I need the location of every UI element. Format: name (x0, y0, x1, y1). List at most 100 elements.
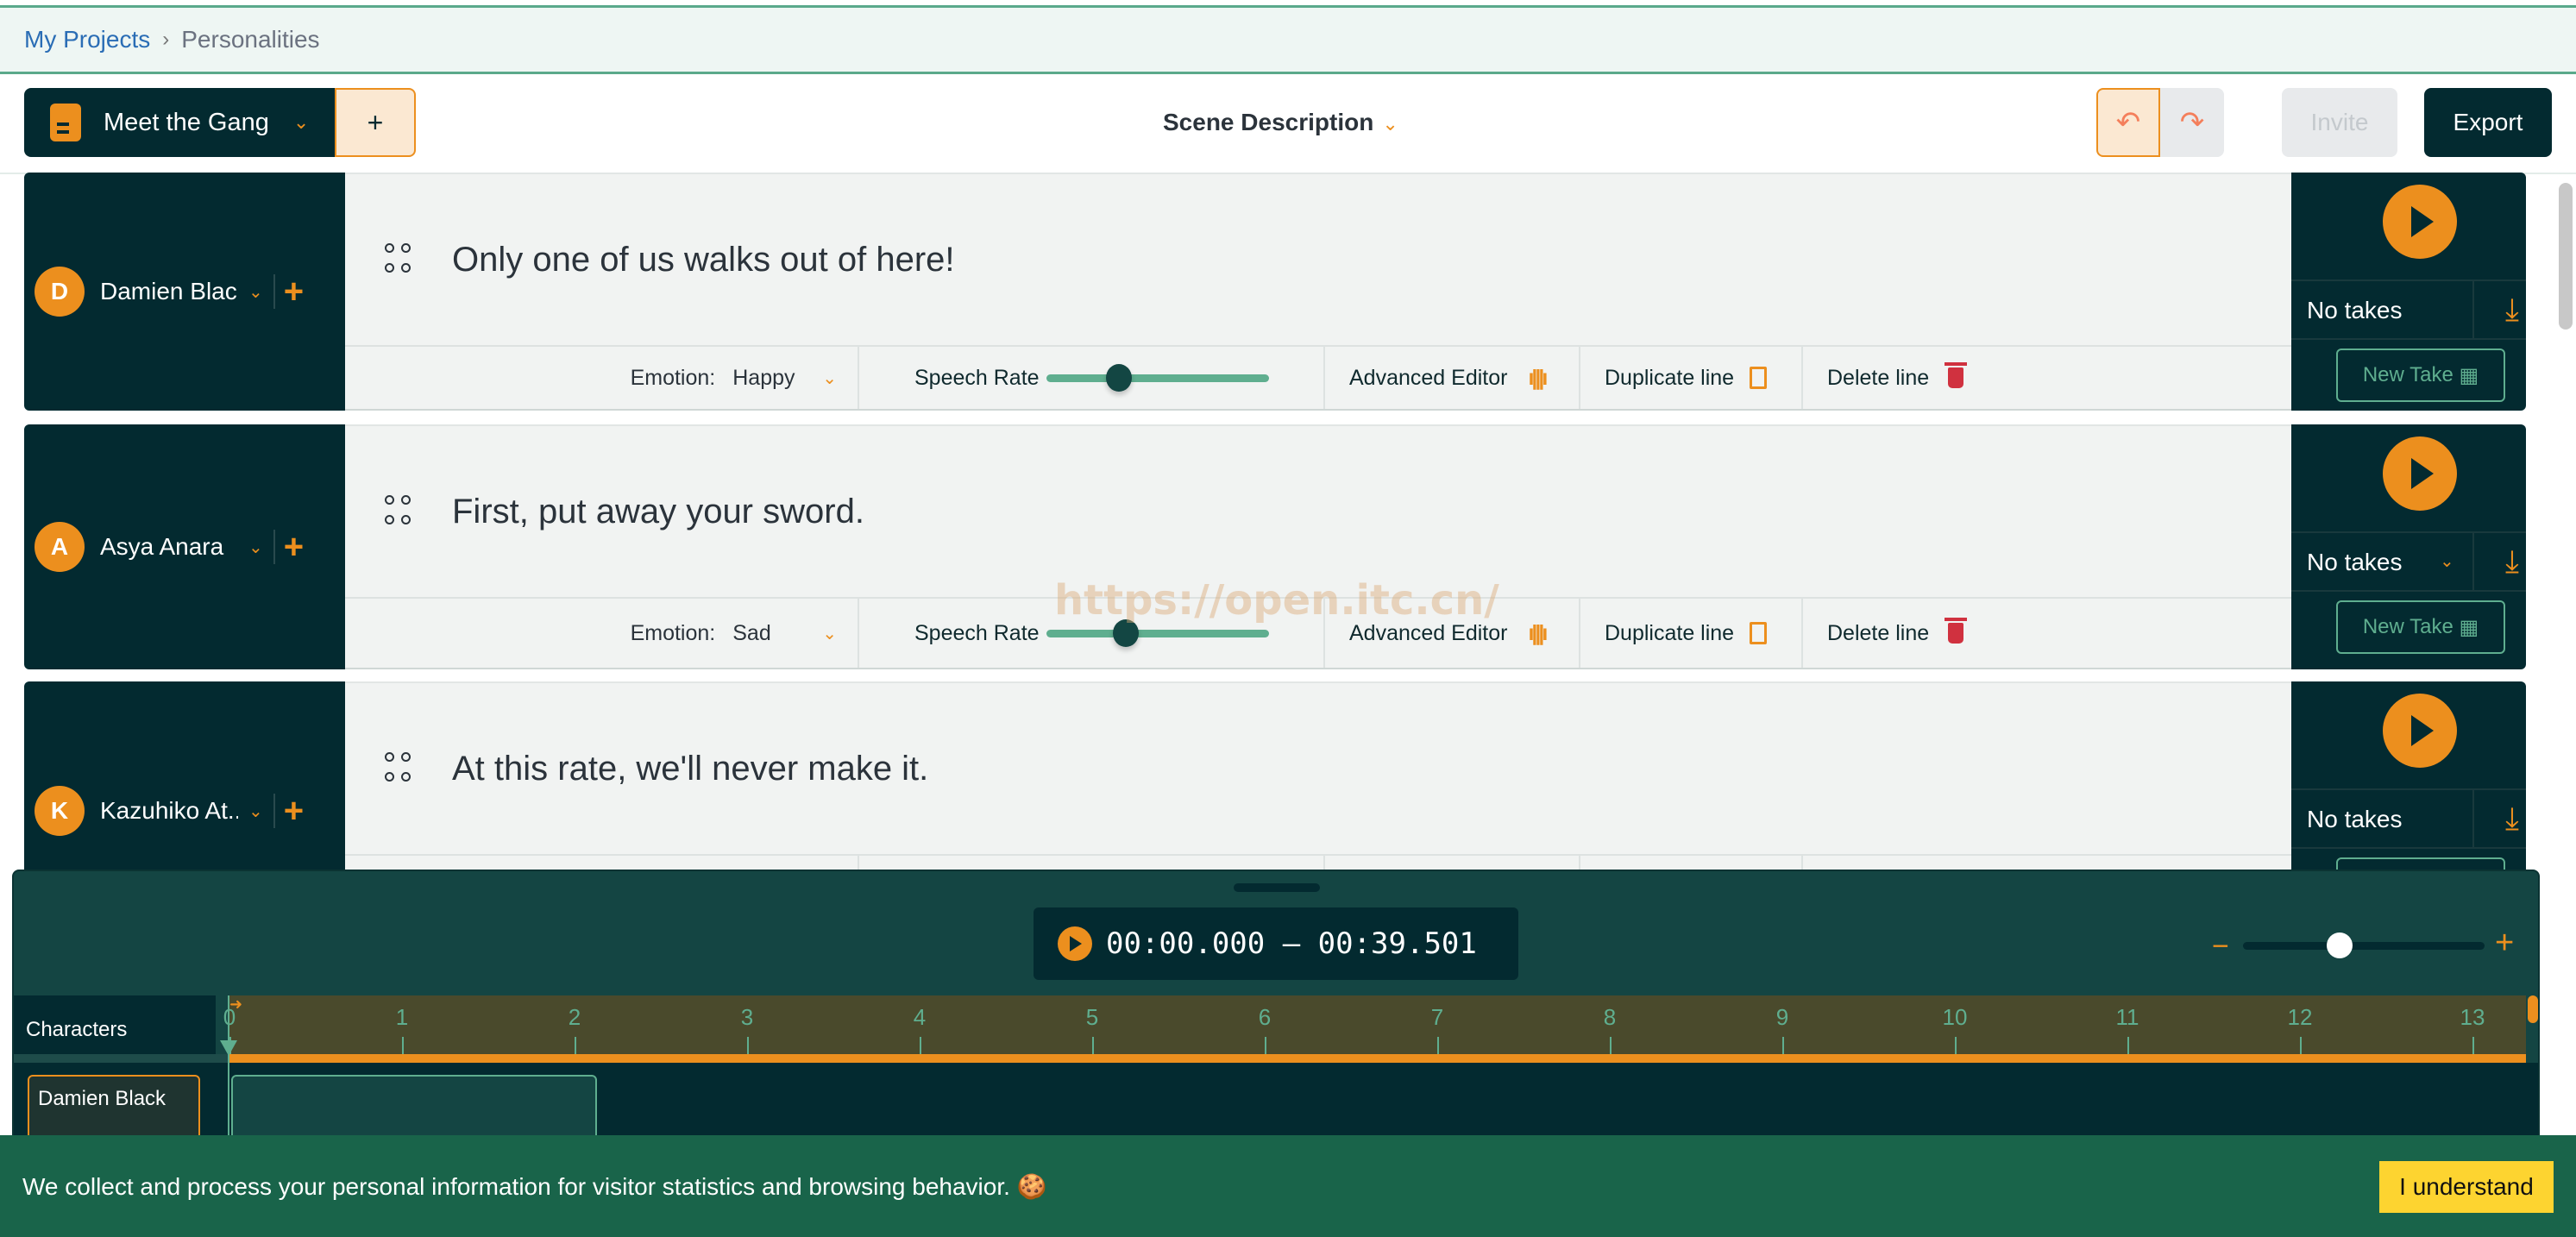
tick-mark (1782, 1037, 1784, 1054)
cookie-banner: We collect and process your personal inf… (0, 1135, 2576, 1237)
export-button[interactable]: Export (2424, 88, 2552, 157)
delete-line-button[interactable]: Delete line (1803, 599, 2291, 668)
emotion-label: Emotion: (630, 620, 716, 645)
tick-mark (1955, 1037, 1957, 1054)
duplicate-line-button[interactable]: Duplicate line (1580, 347, 1803, 409)
play-button[interactable] (2383, 185, 2457, 259)
clapperboard-icon: ▦ (2459, 363, 2479, 387)
waveform-icon: ı|||ı (1528, 365, 1548, 390)
speech-rate-slider[interactable] (1046, 618, 1269, 647)
line-editor: First, put away your sword. Emotion: Sad… (345, 424, 2291, 669)
line-editor: Only one of us walks out of here! Emotio… (345, 173, 2291, 411)
add-character-icon[interactable]: + (273, 274, 304, 309)
drag-handle-icon[interactable] (385, 243, 414, 276)
playhead[interactable] (228, 995, 229, 1156)
line-controls: Emotion: Happy ⌄ Speech Rate Advanced Ed… (345, 345, 2291, 409)
scene-description-label: Scene Description (1163, 109, 1374, 135)
new-take-button[interactable]: New Take ▦ (2336, 600, 2505, 654)
new-take-label: New Take (2362, 363, 2453, 386)
speech-rate-handle[interactable] (1106, 363, 1133, 392)
project-selector[interactable]: Meet the Gang ⌄ (24, 88, 335, 157)
breadcrumb: My Projects › Personalities (0, 5, 2576, 74)
breadcrumb-separator-icon: › (162, 28, 170, 51)
download-icon[interactable]: ⤓ (2472, 790, 2526, 847)
tick-mark (2472, 1037, 2474, 1054)
resize-handle[interactable] (1234, 883, 1320, 892)
trash-icon (1945, 618, 1968, 644)
new-take-label: New Take (2362, 615, 2453, 638)
timeline-panel: 00:00.000 – 00:39.501 − + Characters 012… (12, 870, 2540, 1156)
takes-selector[interactable]: No takes ⌄ ⤓ (2291, 531, 2526, 592)
emotion-dropdown[interactable]: Emotion: Sad ⌄ (345, 599, 859, 668)
scene-description-dropdown[interactable]: Scene Description ⌄ (1163, 109, 1398, 136)
tick-label: 8 (1603, 1004, 1617, 1030)
tick-label: 4 (913, 1004, 927, 1030)
download-icon[interactable]: ⤓ (2472, 533, 2526, 590)
duplicate-line-label: Duplicate line (1605, 365, 1735, 390)
playhead-marker-icon[interactable] (220, 1040, 237, 1056)
line-text-area[interactable]: Only one of us walks out of here! (345, 174, 2291, 345)
zoom-slider-handle[interactable] (2327, 932, 2353, 958)
add-character-icon[interactable]: + (273, 794, 304, 828)
line-text-area[interactable]: First, put away your sword. (345, 426, 2291, 597)
chevron-down-icon: ⌄ (2440, 552, 2454, 571)
clapperboard-icon: ▦ (2459, 615, 2479, 639)
watermark: https://open.itc.cn/ (1054, 576, 1499, 625)
line-text[interactable]: Only one of us walks out of here! (452, 241, 955, 279)
invite-button[interactable]: Invite (2282, 88, 2397, 157)
timeline-scrollbar[interactable] (2528, 995, 2538, 1023)
delete-line-button[interactable]: Delete line (1803, 347, 2291, 409)
character-name: Asya Anara (100, 533, 224, 560)
tick-label: 9 (1775, 1004, 1789, 1030)
takes-panel: No takes ⌄ ⤓ New Take ▦ (2291, 424, 2526, 669)
takes-selector[interactable]: No takes ⤓ (2291, 788, 2526, 849)
redo-button[interactable]: ↷ (2160, 88, 2224, 157)
tick-label: 3 (740, 1004, 754, 1030)
delete-line-label: Delete line (1827, 620, 1930, 645)
download-icon[interactable]: ⤓ (2472, 281, 2526, 338)
play-icon[interactable] (1058, 926, 1092, 961)
tick-mark (1610, 1037, 1612, 1054)
speech-rate-slider[interactable] (1046, 363, 1269, 392)
takes-panel: No takes ⤓ New Take ▦ (2291, 173, 2526, 411)
tick-label: 11 (2115, 1004, 2139, 1030)
character-selector[interactable]: D Damien Black ⌄ + (24, 173, 345, 411)
avatar: K (35, 786, 85, 836)
zoom-slider[interactable] (2243, 932, 2485, 958)
play-button[interactable] (2383, 436, 2457, 511)
tick-mark (1265, 1037, 1266, 1054)
chevron-down-icon[interactable]: ⌄ (248, 801, 263, 822)
add-project-button[interactable]: + (335, 88, 416, 157)
play-button[interactable] (2383, 694, 2457, 768)
redo-icon: ↷ (2179, 106, 2205, 139)
emotion-dropdown[interactable]: Emotion: Happy ⌄ (345, 347, 859, 409)
zoom-in-button[interactable]: + (2495, 925, 2514, 962)
avatar: A (35, 522, 85, 572)
chevron-down-icon[interactable]: ⌄ (248, 281, 263, 303)
new-take-button[interactable]: New Take ▦ (2336, 348, 2505, 402)
drag-handle-icon[interactable] (385, 495, 414, 528)
tick-label: 1 (395, 1004, 409, 1030)
avatar: D (35, 267, 85, 317)
breadcrumb-my-projects[interactable]: My Projects (24, 26, 150, 53)
duplicate-line-button[interactable]: Duplicate line (1580, 599, 1803, 668)
vertical-scrollbar[interactable] (2559, 183, 2573, 330)
zoom-out-button[interactable]: − (2212, 930, 2229, 964)
document-icon (50, 104, 81, 141)
accept-cookies-button[interactable]: I understand (2379, 1161, 2554, 1213)
takes-selector[interactable]: No takes ⤓ (2291, 279, 2526, 340)
character-selector[interactable]: A Asya Anara ⌄ + (24, 424, 345, 669)
timeline-progress-line (229, 1054, 2526, 1063)
line-text[interactable]: At this rate, we'll never make it. (452, 750, 928, 788)
advanced-editor-button[interactable]: Advanced Editor ı|||ı (1325, 347, 1580, 409)
undo-button[interactable]: ↶ (2096, 88, 2160, 157)
character-name: Damien Black (100, 278, 238, 305)
line-text-area[interactable]: At this rate, we'll never make it. (345, 683, 2291, 854)
tick-mark (1092, 1037, 1094, 1054)
chevron-down-icon[interactable]: ⌄ (248, 537, 263, 558)
time-ruler[interactable]: 0 1 2 3 4 5 6 7 8 9 10 11 12 13 (223, 995, 2526, 1054)
drag-handle-icon[interactable] (385, 752, 414, 785)
cookie-text: We collect and process your personal inf… (22, 1172, 1047, 1200)
add-character-icon[interactable]: + (273, 530, 304, 564)
line-text[interactable]: First, put away your sword. (452, 493, 864, 531)
